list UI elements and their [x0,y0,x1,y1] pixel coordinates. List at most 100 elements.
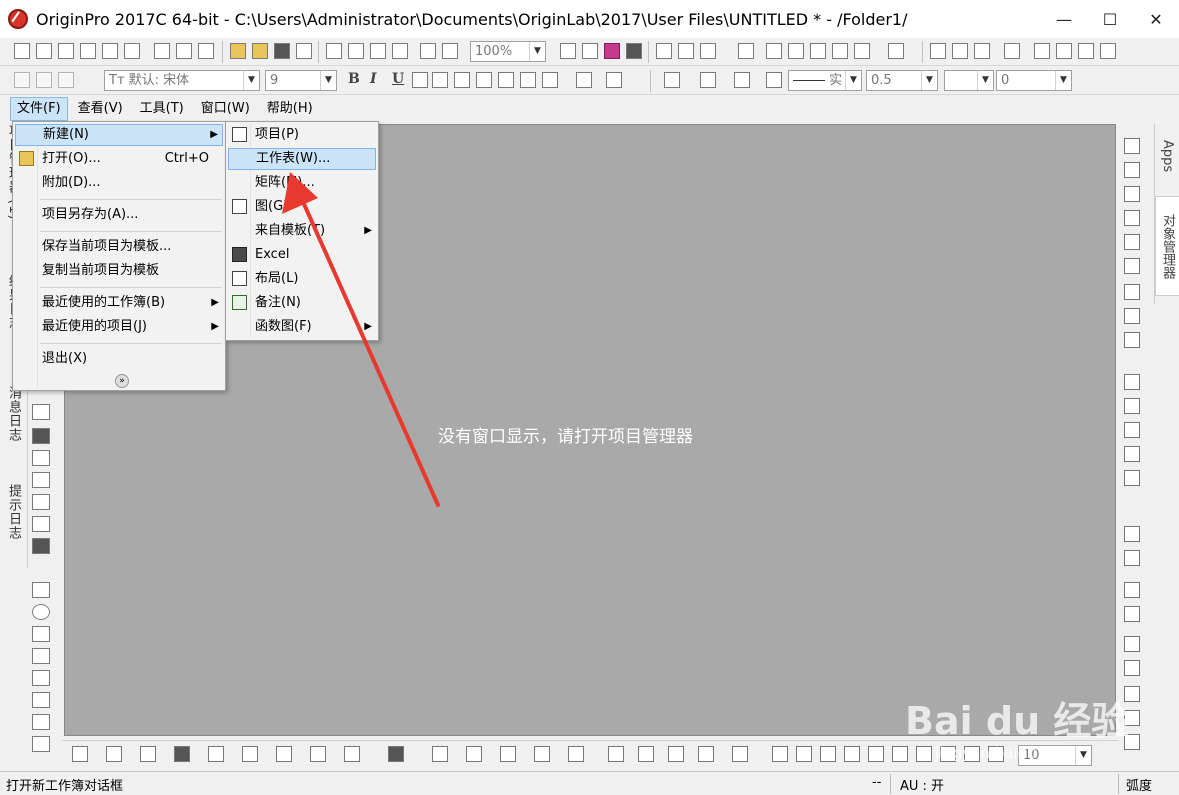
menu-item-graph[interactable]: 图(G) [228,196,376,218]
menu-item-new[interactable]: 新建(N) ▶ [15,124,223,146]
maximize-button[interactable]: ☐ [1087,0,1133,38]
save-icon[interactable] [274,43,290,59]
column-chart-icon[interactable] [1034,43,1050,59]
move-down-icon[interactable] [844,746,860,762]
print-icon[interactable] [560,43,576,59]
sum-icon[interactable] [952,43,968,59]
box-plot-icon[interactable] [242,746,258,762]
menu-item-recent-projects[interactable]: 最近使用的项目(J) ▶ [15,316,223,338]
table-icon[interactable] [32,736,50,752]
copy-icon[interactable] [36,72,52,88]
results-log-icon[interactable] [700,43,716,59]
shrink-icon[interactable] [916,746,932,762]
line-width-combo[interactable]: 0.5 ▼ [866,70,938,91]
angle-unit-status[interactable]: 弧度 [1126,775,1152,794]
find-in-project-icon[interactable] [788,43,804,59]
hand-tool-icon[interactable] [32,450,50,466]
messages-log-tab[interactable]: 消息日志 [4,386,23,466]
polar-plot-icon[interactable] [310,746,326,762]
new-layout-icon[interactable] [154,43,170,59]
menu-item-save-template[interactable]: 保存当前项目为模板... [15,236,223,258]
statistics-icon[interactable] [930,43,946,59]
worksheet-query-icon[interactable] [810,43,826,59]
move-left-icon[interactable] [772,746,788,762]
menu-item-append[interactable]: 附加(D)... [15,172,223,194]
menu-window[interactable]: 窗口(W) [194,97,257,121]
axis-icon[interactable] [1124,162,1140,178]
rectangle-tool-icon[interactable] [32,428,50,444]
circle-icon[interactable] [32,604,50,620]
greek-icon[interactable] [476,72,492,88]
lock-icon[interactable] [32,692,50,708]
line-plot-icon[interactable] [72,746,88,762]
matrix-icon[interactable] [608,746,624,762]
zoom-in-icon[interactable] [868,746,884,762]
line-style-combo[interactable]: 实 ▼ [788,70,862,91]
new-function-icon[interactable] [124,43,140,59]
move-right-icon[interactable] [796,746,812,762]
rescale-icon[interactable] [1124,186,1140,202]
apps-tab[interactable]: Apps [1155,128,1179,184]
menu-item-project[interactable]: 项目(P) [228,124,376,146]
smart-hint-log-tab[interactable]: 提示日志 [4,484,23,564]
new-project-icon[interactable] [14,43,30,59]
mask-tool-icon[interactable] [32,516,50,532]
menu-item-save-as[interactable]: 项目另存为(A)... [15,204,223,226]
area-plot-icon[interactable] [276,746,292,762]
expand-menu-icon[interactable]: » [115,374,129,388]
align-icon[interactable] [542,72,558,88]
align-bottom-icon[interactable] [1124,446,1140,462]
sort-icon[interactable] [974,43,990,59]
bold-button[interactable]: B [348,71,360,87]
increase-font-icon[interactable] [498,72,514,88]
align-top-icon[interactable] [1124,422,1140,438]
cut-icon[interactable] [14,72,30,88]
font-name-combo[interactable]: Tт 默认: 宋体 ▼ [104,70,260,91]
image-tool-icon[interactable] [32,494,50,510]
set-values-icon[interactable] [1004,43,1020,59]
import-wizard-icon[interactable] [326,43,342,59]
back-icon[interactable] [1124,660,1140,676]
open-template-icon[interactable] [252,43,268,59]
pattern-color-icon[interactable] [700,72,716,88]
rescale-x-icon[interactable] [1124,210,1140,226]
pie-plot-icon[interactable] [208,746,224,762]
align-center-icon[interactable] [1124,470,1140,486]
bar-chart-icon[interactable] [1056,43,1072,59]
refresh-icon[interactable] [442,43,458,59]
code-builder-icon[interactable] [656,43,672,59]
pattern-value-combo[interactable]: 0 ▼ [996,70,1072,91]
front-icon[interactable] [1124,636,1140,652]
video-builder-icon[interactable] [626,43,642,59]
menu-file[interactable]: 文件(F) [10,97,68,121]
layer-grid-icon[interactable] [1124,308,1140,324]
stacked-chart-icon[interactable] [1100,43,1116,59]
layer-top-icon[interactable] [1124,284,1140,300]
3d-plot-icon[interactable] [388,746,404,762]
3d-scatter-icon[interactable] [500,746,516,762]
align-right-icon[interactable] [1124,398,1140,414]
export-page-icon[interactable] [582,43,598,59]
3d-bar-icon[interactable] [466,746,482,762]
data-info-icon[interactable] [32,670,50,686]
3d-surface-icon[interactable] [432,746,448,762]
zoom-combo[interactable]: 100% ▼ [470,41,546,62]
new-notes-icon[interactable] [176,43,192,59]
project-explorer-icon[interactable] [738,43,754,59]
add-column-icon[interactable] [888,43,904,59]
align-left-icon[interactable] [1124,374,1140,390]
paste-icon[interactable] [58,72,74,88]
line-tool-icon[interactable] [32,404,50,420]
layer-arrange-icon[interactable] [1124,138,1140,154]
gear-icon[interactable] [854,43,870,59]
new-graph-icon[interactable] [80,43,96,59]
profile-icon[interactable] [668,746,684,762]
new-layer-icon[interactable] [1124,258,1140,274]
command-window-icon[interactable] [678,43,694,59]
menu-tools[interactable]: 工具(T) [133,97,191,121]
menu-item-recent-books[interactable]: 最近使用的工作簿(B) ▶ [15,292,223,314]
object-manager-tab[interactable]: 对象管理器 [1155,196,1179,296]
layer-stack-icon[interactable] [1124,332,1140,348]
underline-button[interactable]: U [392,71,404,87]
mask-icon[interactable] [638,746,654,762]
